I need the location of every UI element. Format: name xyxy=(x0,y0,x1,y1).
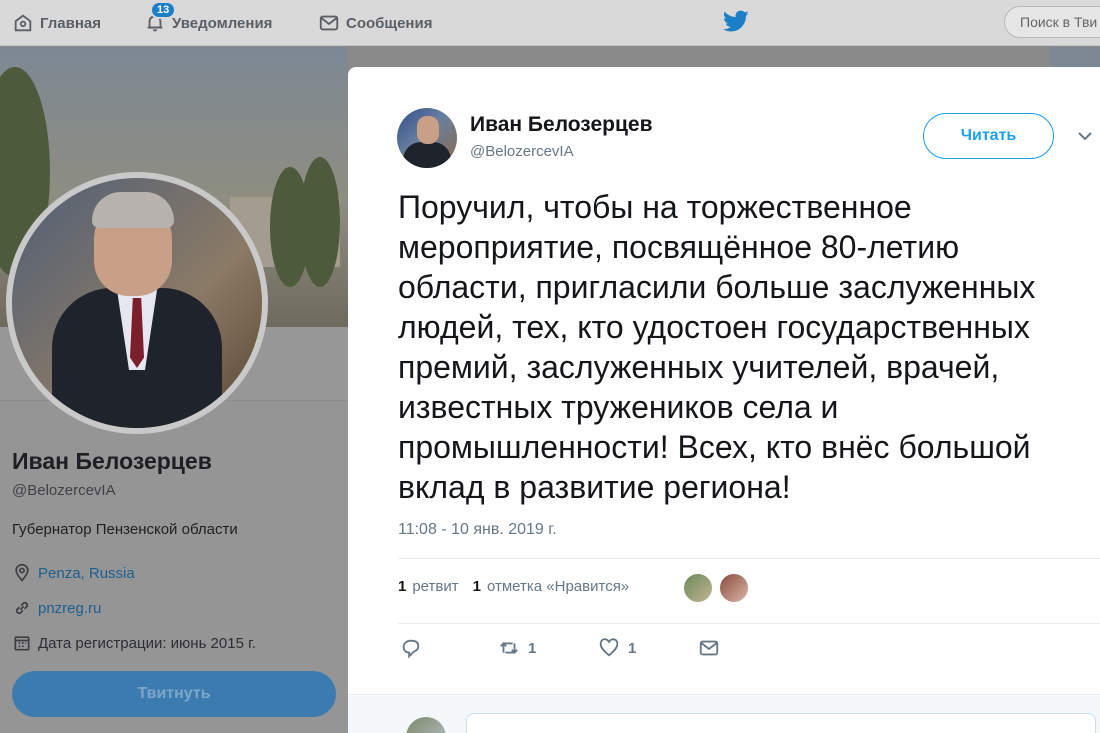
tweet-compose-button[interactable]: Твитнуть xyxy=(12,671,336,717)
likers-avatars xyxy=(682,572,750,604)
nav-messages-label: Сообщения xyxy=(346,14,433,32)
follow-button[interactable]: Читать xyxy=(923,113,1054,159)
like-button[interactable]: 1 xyxy=(598,633,636,663)
nav-messages[interactable]: Сообщения xyxy=(318,0,432,46)
like-stat-count: 1 xyxy=(472,578,481,595)
profile-joined-text: Дата регистрации: июнь 2015 г. xyxy=(38,634,256,652)
current-user-avatar xyxy=(406,717,446,733)
tweet-timestamp[interactable]: 11:08 - 10 янв. 2019 г. xyxy=(398,521,557,539)
tweet-text: Поручил, чтобы на торжественное мероприя… xyxy=(398,189,1036,505)
nav-notifications[interactable]: 13 Уведомления xyxy=(144,0,272,46)
profile-location-text: Penza, Russia xyxy=(38,564,135,582)
tweet-author-name[interactable]: Иван Белозерцев xyxy=(470,113,652,137)
reply-area xyxy=(348,695,1100,733)
retweet-button[interactable]: 1 xyxy=(498,633,536,663)
liker-avatar[interactable] xyxy=(718,572,750,604)
liker-avatar[interactable] xyxy=(682,572,714,604)
chevron-down-icon[interactable] xyxy=(1077,130,1093,142)
divider xyxy=(398,623,1100,624)
like-stat-label: отметка «Нравится» xyxy=(486,578,630,595)
retweet-stat-label: ретвит xyxy=(412,578,459,595)
like-stat[interactable]: 1 отметка «Нравится» xyxy=(473,578,630,595)
reply-input[interactable] xyxy=(466,713,1096,733)
twitter-bird-icon[interactable] xyxy=(722,10,750,34)
home-icon xyxy=(14,14,32,32)
retweet-stat-count: 1 xyxy=(398,578,407,595)
search-input[interactable]: Поиск в Тви xyxy=(1004,6,1100,38)
profile-website[interactable]: pnzreg.ru xyxy=(12,598,101,618)
retweet-stat[interactable]: 1 ретвит xyxy=(398,578,459,595)
envelope-icon xyxy=(699,640,719,656)
tweet-author-avatar[interactable] xyxy=(397,108,457,168)
link-icon xyxy=(15,601,29,615)
profile-bio: Губернатор Пензенской области xyxy=(12,521,238,538)
envelope-icon xyxy=(319,15,339,31)
tweet-modal: Иван Белозерцев @BelozercevIA Читать Пор… xyxy=(348,67,1100,733)
profile-handle[interactable]: @BelozercevIA xyxy=(12,482,116,499)
profile-website-text: pnzreg.ru xyxy=(38,599,102,617)
nav-home-label: Главная xyxy=(40,14,102,32)
retweet-count: 1 xyxy=(528,639,537,657)
notifications-badge: 13 xyxy=(150,1,177,19)
nav-notifications-label: Уведомления xyxy=(172,14,273,32)
location-pin-icon xyxy=(15,563,29,582)
tweet-author-handle[interactable]: @BelozercevIA xyxy=(470,143,574,160)
heart-icon xyxy=(599,638,619,657)
tweet-stats: 1 ретвит 1 отметка «Нравится» xyxy=(398,578,629,595)
profile-avatar[interactable] xyxy=(6,172,268,434)
like-count: 1 xyxy=(628,639,637,657)
profile-joined: Дата регистрации: июнь 2015 г. xyxy=(12,633,256,653)
reply-button[interactable] xyxy=(400,633,422,663)
reply-icon xyxy=(402,639,420,659)
calendar-icon xyxy=(14,636,30,651)
retweet-icon xyxy=(500,642,518,654)
profile-name[interactable]: Иван Белозерцев xyxy=(12,448,212,475)
nav-home[interactable]: Главная xyxy=(12,0,101,46)
profile-location[interactable]: Penza, Russia xyxy=(12,563,135,583)
divider xyxy=(398,558,1100,559)
direct-message-button[interactable] xyxy=(698,633,720,663)
top-navigation-bar: Главная 13 Уведомления Сообщения Поиск в… xyxy=(0,0,1100,46)
